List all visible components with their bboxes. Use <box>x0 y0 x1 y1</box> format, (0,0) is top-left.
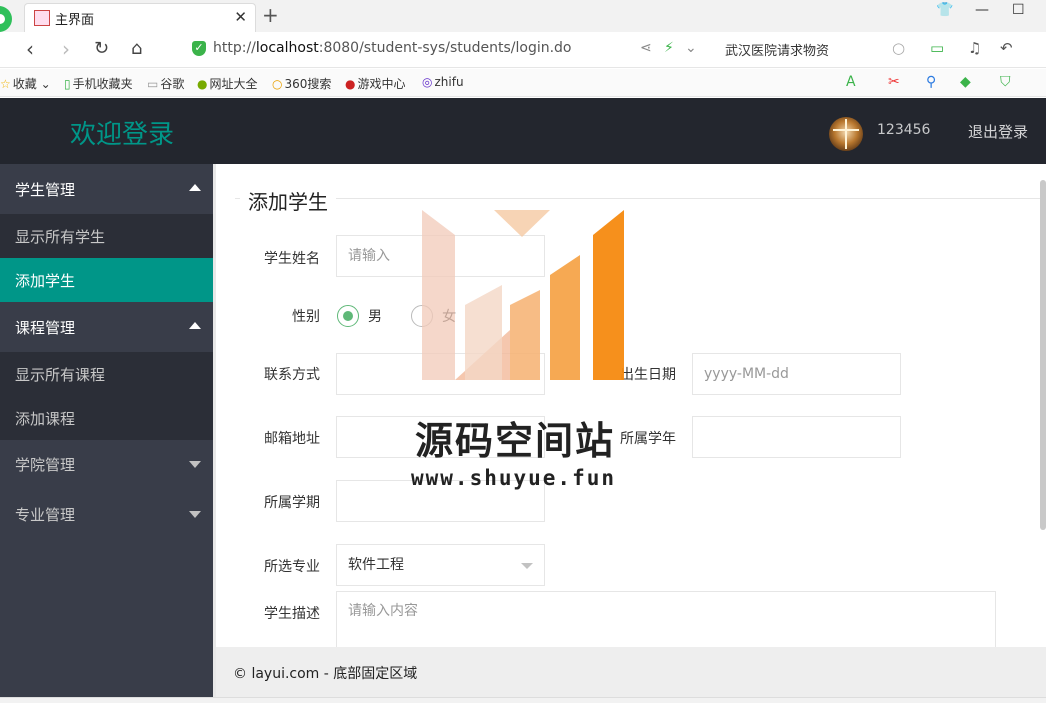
term-label: 所属学期 <box>264 495 320 511</box>
search360-icon: ○ <box>272 77 283 91</box>
nav-group-students[interactable]: 学生管理 <box>0 164 213 214</box>
game-icon: ● <box>345 77 356 91</box>
share-icon[interactable]: ⋖ <box>640 40 652 56</box>
gender-male-label[interactable]: 男 <box>368 306 382 326</box>
nav-group-colleges[interactable]: 学院管理 <box>0 439 213 489</box>
browser-tabstrip: 主界面 ✕ + 👕 — ☐ <box>0 0 1046 32</box>
caret-up-icon <box>189 184 201 191</box>
address-bar-row: ‹ › ↻ ⌂ ✓ http://localhost:8080/student-… <box>0 32 1046 68</box>
undo-icon[interactable]: ↶ <box>1000 39 1013 57</box>
phone-label: 联系方式 <box>264 367 320 383</box>
bookmark-zhifu[interactable]: ◎ zhifu <box>422 75 464 89</box>
nav-item-label: 添加课程 <box>15 410 76 428</box>
browser-logo-icon <box>0 6 12 32</box>
app-logo: 欢迎登录 <box>70 120 175 150</box>
description-textarea[interactable]: 请输入内容 <box>336 591 996 651</box>
nav-item-add-course[interactable]: 添加课程 <box>0 396 213 440</box>
nav-item-label: 显示所有学生 <box>15 228 106 246</box>
form-legend: 添加学生 <box>240 186 336 215</box>
magnifier-icon[interactable]: ⚲ <box>926 74 936 90</box>
back-icon[interactable]: ‹ <box>26 37 34 61</box>
username[interactable]: 123456 <box>877 122 930 138</box>
birth-date-input[interactable]: yyyy-MM-dd <box>692 353 901 395</box>
star-icon: ☆ <box>0 77 11 91</box>
bookmark-360[interactable]: ○ 360搜索 <box>272 75 331 92</box>
avatar[interactable] <box>829 117 863 151</box>
lightning-icon[interactable]: ⚡ <box>664 40 674 56</box>
translate-icon[interactable]: A <box>846 74 856 90</box>
gender-female-radio[interactable] <box>411 305 433 327</box>
nav-item-label: 添加学生 <box>15 272 76 290</box>
nav-item-list-students[interactable]: 显示所有学生 <box>0 214 213 258</box>
browser-statusbar <box>0 697 1046 703</box>
select-caret-icon <box>521 563 533 569</box>
bookmark-google[interactable]: ▭ 谷歌 <box>147 75 184 92</box>
app-footer: © layui.com - 底部固定区域 <box>213 647 1046 697</box>
nav-group-label: 学生管理 <box>15 181 76 199</box>
footer-text: © layui.com - 底部固定区域 <box>233 666 418 682</box>
tab-close-icon[interactable]: ✕ <box>234 8 247 26</box>
globe-icon: ● <box>197 77 208 91</box>
skin-icon[interactable]: 👕 <box>936 2 953 18</box>
dropdown-icon[interactable]: ⌄ <box>685 40 697 56</box>
tab-title: 主界面 <box>55 13 95 28</box>
secure-shield-icon: ✓ <box>192 41 206 56</box>
shield-icon[interactable]: ⛉ <box>1000 74 1011 90</box>
browser-tab[interactable]: 主界面 ✕ <box>24 3 256 32</box>
nav-group-label: 专业管理 <box>15 506 76 524</box>
watermark-title: 源码空间站 <box>415 419 616 463</box>
bookmark-sites[interactable]: ● 网址大全 <box>197 75 258 92</box>
student-name-input[interactable]: 请输入 <box>336 235 545 277</box>
sidebar: 学生管理 显示所有学生 添加学生 课程管理 显示所有课程 添加课程 学院管理 专… <box>0 164 213 697</box>
fieldset-border <box>235 198 1040 199</box>
major-label: 所选专业 <box>264 559 320 575</box>
watermark-url: www.shuyue.fun <box>411 466 617 490</box>
scissors-icon[interactable]: ✂ <box>888 74 900 90</box>
caret-down-icon <box>189 511 201 518</box>
url-field[interactable]: http://localhost:8080/student-sys/studen… <box>213 40 572 56</box>
desc-label: 学生描述 <box>264 606 320 622</box>
bookmark-mobile[interactable]: ▯ 手机收藏夹 <box>64 75 133 92</box>
year-input[interactable] <box>692 416 901 458</box>
phone-icon: ▯ <box>64 77 71 91</box>
bookmark-games[interactable]: ● 游戏中心 <box>345 75 406 92</box>
bookmark-favorites[interactable]: ☆ 收藏 ⌄ <box>0 75 51 92</box>
nav-item-add-student[interactable]: 添加学生 <box>0 258 213 302</box>
major-select[interactable]: 软件工程 <box>336 544 545 586</box>
caret-down-icon <box>189 461 201 468</box>
gender-male-radio[interactable] <box>337 305 359 327</box>
logout-link[interactable]: 退出登录 <box>968 121 1028 142</box>
minimize-icon[interactable]: — <box>975 2 989 18</box>
nav-group-courses[interactable]: 课程管理 <box>0 302 213 352</box>
page-icon: ▭ <box>147 77 159 91</box>
search-icon[interactable]: ○ <box>892 39 905 57</box>
new-tab-icon[interactable]: + <box>262 3 279 27</box>
nav-item-label: 显示所有课程 <box>15 366 106 384</box>
link-icon: ◎ <box>422 75 433 89</box>
nav-item-list-courses[interactable]: 显示所有课程 <box>0 352 213 396</box>
search-box[interactable]: 武汉医院请求物资 <box>725 40 829 59</box>
gender-label: 性别 <box>292 309 320 325</box>
name-label: 学生姓名 <box>264 251 320 267</box>
gender-female-label[interactable]: 女 <box>442 306 456 326</box>
nav-group-label: 课程管理 <box>15 319 76 337</box>
page-favicon-icon <box>34 10 50 26</box>
gamepad-icon[interactable]: ◆ <box>960 74 971 90</box>
bookmarks-bar: ☆ 收藏 ⌄ ▯ 手机收藏夹 ▭ 谷歌 ● 网址大全 ○ 360搜索 ● 游戏中心 ◎ zhi… <box>0 69 1046 97</box>
reload-icon[interactable]: ↻ <box>94 38 109 59</box>
nav-group-majors[interactable]: 专业管理 <box>0 489 213 539</box>
caret-up-icon <box>189 322 201 329</box>
nav-group-label: 学院管理 <box>15 456 76 474</box>
battery-icon[interactable]: ▭ <box>930 39 944 57</box>
home-icon[interactable]: ⌂ <box>131 38 142 59</box>
headphones-icon[interactable]: ♫ <box>968 39 981 57</box>
maximize-icon[interactable]: ☐ <box>1012 2 1025 18</box>
content-scrollbar[interactable] <box>1040 180 1046 530</box>
forward-icon[interactable]: › <box>62 37 70 61</box>
phone-input[interactable] <box>336 353 545 395</box>
email-label: 邮箱地址 <box>264 431 320 447</box>
birth-label: 出生日期 <box>620 367 676 383</box>
